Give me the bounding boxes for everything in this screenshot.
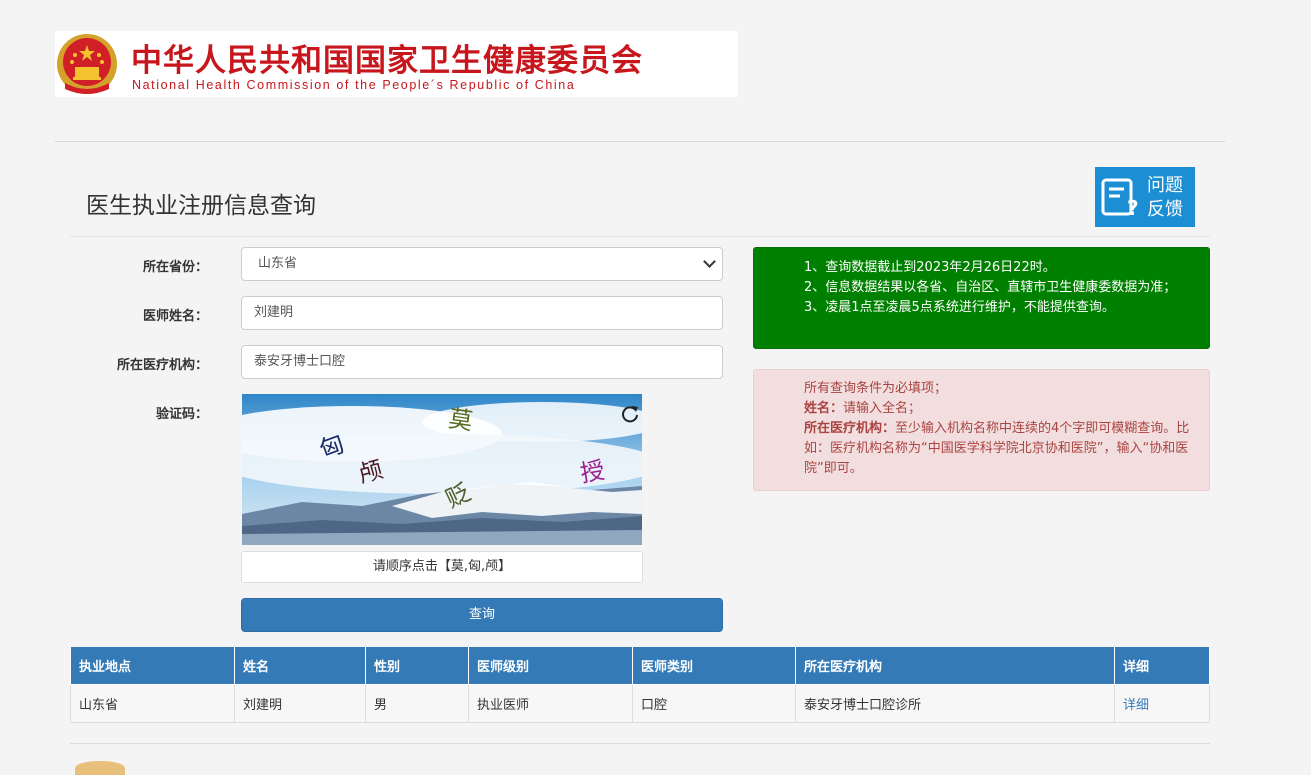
- page-title: 医生执业注册信息查询: [86, 193, 316, 219]
- institution-label: 所在医疗机构：: [116, 358, 208, 373]
- column-header: 姓名: [234, 647, 366, 685]
- cell-level: 执业医师: [468, 684, 633, 723]
- cell-detail: 详细: [1114, 684, 1210, 723]
- divider: [70, 236, 1210, 237]
- rules-org-line: 所在医疗机构：至少输入机构名称中连续的4个字即可模糊查询。比如：医疗机构名称为“…: [804, 419, 1195, 479]
- column-header: 医师级别: [468, 647, 633, 685]
- province-select[interactable]: 山东省: [241, 247, 723, 281]
- notice-line: 2、信息数据结果以各省、自治区、直辖市卫生健康委数据为准；: [804, 280, 1177, 295]
- column-header: 详细: [1114, 647, 1210, 685]
- footer-emblem-icon: [75, 761, 125, 775]
- chevron-down-icon: [703, 255, 716, 268]
- column-header: 执业地点: [70, 647, 235, 685]
- cell-institution: 泰安牙博士口腔诊所: [795, 684, 1115, 723]
- site-title-zh: 中华人民共和国国家卫生健康委员会: [131, 43, 643, 79]
- rules-name-text: 请输入全名；: [843, 401, 922, 416]
- rules-name-line: 姓名：请输入全名；: [804, 399, 1195, 419]
- results-table: 执业地点 姓名 性别 医师级别 医师类别 所在医疗机构 详细 山东省 刘建明 男…: [70, 647, 1210, 723]
- cell-gender: 男: [365, 684, 469, 723]
- captcha-hint: 请顺序点击【莫,匈,颅】: [241, 551, 643, 583]
- feedback-button[interactable]: ? 问题 反馈: [1095, 167, 1195, 227]
- cell-category: 口腔: [632, 684, 796, 723]
- rules-org-key: 所在医疗机构：: [804, 421, 896, 436]
- refresh-icon[interactable]: [620, 404, 640, 424]
- column-header: 所在医疗机构: [795, 647, 1115, 685]
- site-banner: 中华人民共和国国家卫生健康委员会 National Health Commiss…: [55, 31, 738, 97]
- table-header-row: 执业地点 姓名 性别 医师级别 医师类别 所在医疗机构 详细: [70, 647, 1210, 685]
- query-button[interactable]: 查询: [241, 598, 723, 632]
- rules-name-key: 姓名：: [804, 401, 844, 416]
- rules-line: 所有查询条件为必填项；: [804, 381, 948, 396]
- notice-line: 3、凌晨1点至凌晨5点系统进行维护，不能提供查询。: [804, 300, 1115, 315]
- site-title-en: National Health Commission of the People…: [132, 78, 576, 92]
- rules-panel: 所有查询条件为必填项； 姓名：请输入全名； 所在医疗机构：至少输入机构名称中连续…: [753, 369, 1210, 491]
- cell-name: 刘建明: [234, 684, 366, 723]
- doctor-name-input[interactable]: 刘建明: [241, 296, 723, 330]
- doctor-name-label: 医师姓名：: [142, 309, 208, 324]
- institution-input[interactable]: 泰安牙博士口腔: [241, 345, 723, 379]
- captcha-image[interactable]: 匈 颅 莫 贬 授: [242, 394, 642, 545]
- feedback-label-1: 问题: [1147, 175, 1183, 196]
- province-value: 山东省: [258, 256, 298, 271]
- feedback-icon: ?: [1101, 178, 1139, 220]
- cell-location: 山东省: [70, 684, 235, 723]
- divider: [55, 141, 1225, 142]
- divider: [70, 743, 1210, 744]
- detail-link[interactable]: 详细: [1123, 698, 1149, 713]
- province-label: 所在省份：: [142, 260, 208, 275]
- notice-line: 1、查询数据截止到2023年2月26日22时。: [804, 260, 1056, 275]
- captcha-char[interactable]: 莫: [447, 399, 476, 437]
- feedback-label-2: 反馈: [1147, 199, 1183, 220]
- column-header: 性别: [365, 647, 469, 685]
- notice-panel: 1、查询数据截止到2023年2月26日22时。 2、信息数据结果以各省、自治区、…: [753, 247, 1210, 349]
- captcha-label: 验证码：: [155, 407, 208, 422]
- svg-text:?: ?: [1127, 196, 1139, 220]
- column-header: 医师类别: [632, 647, 796, 685]
- table-row: 山东省 刘建明 男 执业医师 口腔 泰安牙博士口腔诊所 详细: [70, 684, 1210, 723]
- national-emblem-icon: [57, 34, 117, 94]
